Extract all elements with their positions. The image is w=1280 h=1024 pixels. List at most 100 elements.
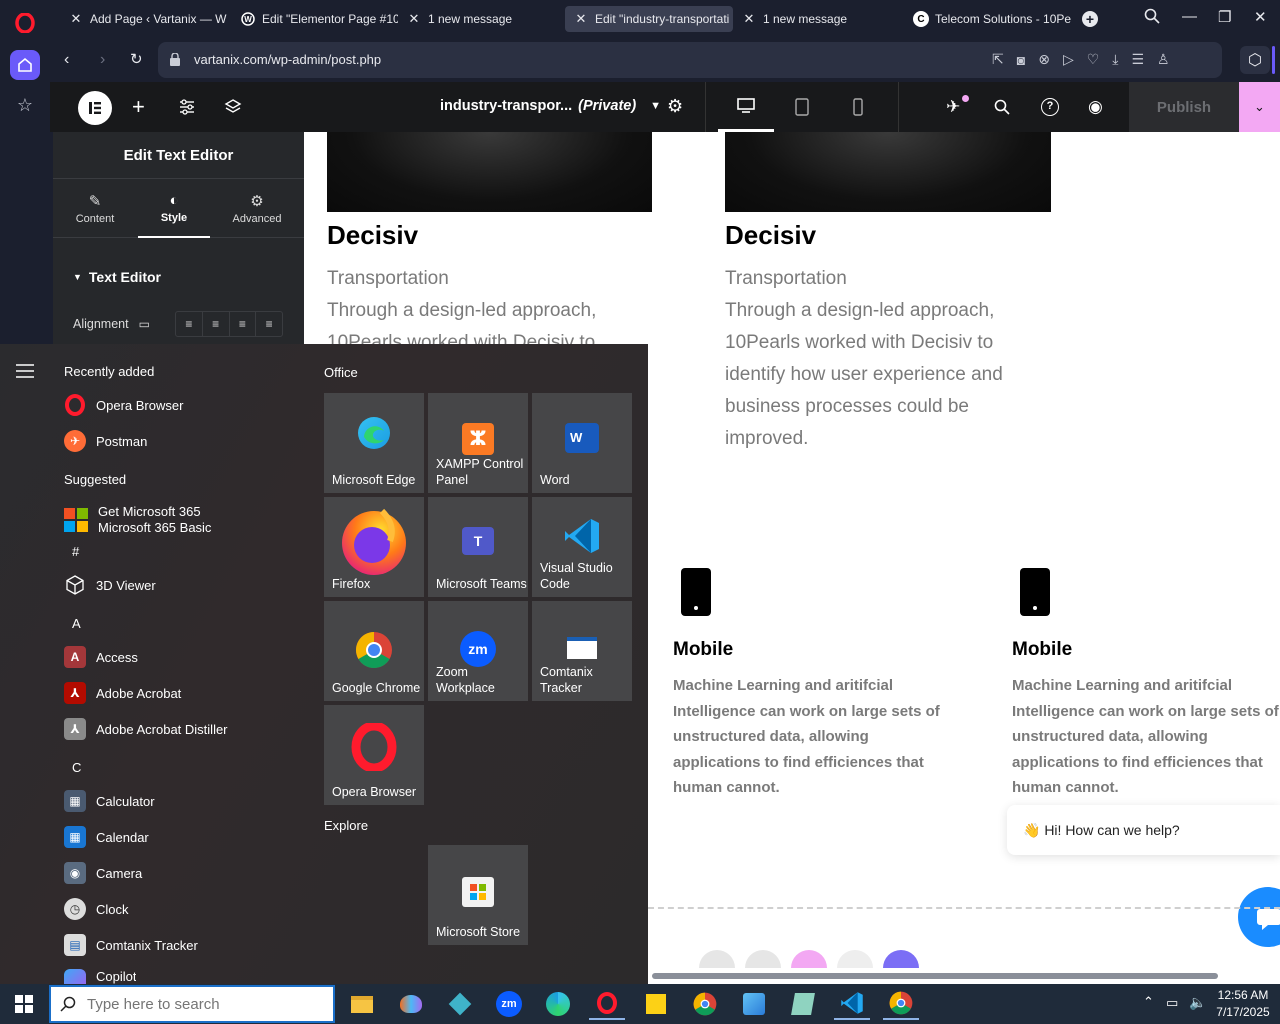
home-icon[interactable] <box>10 50 40 80</box>
tile-microsoft-edge[interactable]: Microsoft Edge <box>324 393 424 493</box>
tab-edit-elementor-page[interactable]: W Edit "Elementor Page #10 <box>232 6 398 32</box>
app-postman[interactable]: ✈ Postman <box>64 429 147 453</box>
add-element-icon[interactable]: + <box>132 94 145 120</box>
taskbar-search-box[interactable]: 😝😐😍 <box>49 985 335 1023</box>
ad-block-icon[interactable]: ⊗ <box>1038 51 1050 68</box>
restore-icon[interactable]: ❐ <box>1218 8 1231 26</box>
horizontal-scrollbar-thumb[interactable] <box>652 973 1218 979</box>
elementor-logo-icon[interactable] <box>78 91 112 125</box>
app-get-microsoft-365[interactable]: Get Microsoft 365 Microsoft 365 Basic <box>64 500 211 540</box>
tile-google-chrome[interactable]: Google Chrome <box>324 601 424 701</box>
app-opera-browser[interactable]: Opera Browser <box>64 393 183 417</box>
notepad-app-icon[interactable] <box>785 988 821 1020</box>
site-settings-icon[interactable] <box>178 98 196 116</box>
extensions-icon[interactable]: ⬡ <box>1240 46 1270 74</box>
chat-launcher-icon[interactable] <box>1238 887 1280 947</box>
finder-search-icon[interactable] <box>994 99 1010 115</box>
file-explorer-icon[interactable] <box>344 988 380 1020</box>
app-adobe-acrobat-distiller[interactable]: ⅄ Adobe Acrobat Distiller <box>64 717 228 741</box>
opera-taskbar-icon[interactable] <box>589 988 625 1020</box>
align-justify-icon[interactable]: ≡ <box>256 312 282 336</box>
tab-edit-industry-transportation[interactable]: ✕ Edit "industry-transportati <box>565 6 733 32</box>
publish-options-chevron-icon[interactable]: ⌄ <box>1239 82 1280 132</box>
align-left-icon[interactable]: ≡ <box>176 312 203 336</box>
send-icon[interactable]: ▷ <box>1063 51 1074 68</box>
app-comtanix-tracker[interactable]: ▤ Comtanix Tracker <box>64 933 198 957</box>
app-clock[interactable]: ◷ Clock <box>64 897 129 921</box>
url-field[interactable]: vartanix.com/wp-admin/post.php ⇱ ◙ ⊗ ▷ ♡… <box>158 42 1222 78</box>
page-title-dropdown[interactable]: industry-transpor... (Private) ▼ <box>440 98 661 114</box>
app-3d-viewer[interactable]: 3D Viewer <box>64 573 156 597</box>
letter-heading[interactable]: A <box>72 616 81 631</box>
diamond-app-icon[interactable] <box>442 988 478 1020</box>
publish-button[interactable]: Publish <box>1129 82 1239 132</box>
tab-content[interactable]: ✎ Content <box>65 192 125 225</box>
paint-app-icon[interactable] <box>393 988 429 1020</box>
tab-style[interactable]: ◐ Style <box>138 192 210 238</box>
align-center-icon[interactable]: ≡ <box>203 312 230 336</box>
show-hidden-icons-icon[interactable]: ⌃ <box>1143 994 1154 1010</box>
opera-logo-icon[interactable] <box>10 8 40 38</box>
notifications-rocket-icon[interactable]: ✈ <box>946 97 960 117</box>
star-icon[interactable]: ☆ <box>10 90 40 120</box>
share-icon[interactable]: ⇱ <box>992 51 1004 68</box>
app-camera[interactable]: ◉ Camera <box>64 861 142 885</box>
camera-icon[interactable]: ◙ <box>1017 52 1025 68</box>
chrome-taskbar-icon-2[interactable] <box>883 988 919 1020</box>
tab-new-message[interactable]: ✕ 1 new message <box>398 6 564 32</box>
search-tabs-icon[interactable] <box>1144 8 1160 24</box>
structure-layers-icon[interactable] <box>224 98 242 116</box>
tile-xampp[interactable]: ⵣ XAMPP Control Panel <box>428 393 528 493</box>
mobile-view-icon[interactable] <box>853 98 863 116</box>
letter-heading[interactable]: C <box>72 760 81 775</box>
easy-setup-icon[interactable]: ☰ <box>1131 51 1144 68</box>
tab-add-page[interactable]: ✕ Add Page ‹ Vartanix — W <box>60 6 232 32</box>
responsive-desktop-icon[interactable]: ▭ <box>139 317 150 331</box>
tile-microsoft-store[interactable]: Microsoft Store <box>428 845 528 945</box>
photos-app-icon[interactable] <box>736 988 772 1020</box>
help-icon[interactable]: ? <box>1041 98 1059 116</box>
search-input[interactable] <box>87 994 251 1014</box>
tab-advanced[interactable]: ⚙ Advanced <box>223 192 291 225</box>
letter-heading[interactable]: # <box>72 544 79 559</box>
reload-icon[interactable]: ↻ <box>130 50 143 68</box>
new-tab-icon[interactable]: + <box>1082 11 1098 27</box>
network-icon[interactable]: ▭ <box>1166 995 1178 1011</box>
tab-telecom-solutions[interactable]: C Telecom Solutions - 10Pe <box>905 6 1077 32</box>
tile-zoom-workplace[interactable]: zm Zoom Workplace <box>428 601 528 701</box>
zoom-taskbar-icon[interactable]: zm <box>491 988 527 1020</box>
edge-taskbar-icon[interactable] <box>540 988 576 1020</box>
hamburger-menu-icon[interactable] <box>16 364 34 378</box>
volume-icon[interactable]: 🔈 <box>1189 994 1206 1011</box>
system-clock[interactable]: 12:56 AM 7/17/2025 <box>1214 987 1272 1021</box>
back-icon[interactable]: ‹ <box>64 51 69 69</box>
windows-start-icon[interactable] <box>6 988 42 1020</box>
tablet-view-icon[interactable] <box>795 98 809 116</box>
download-icon[interactable]: ⤓ <box>1112 51 1118 68</box>
tile-comtanix-tracker[interactable]: Comtanix Tracker <box>532 601 632 701</box>
tile-word[interactable]: W Word <box>532 393 632 493</box>
vscode-taskbar-icon[interactable] <box>834 988 870 1020</box>
desktop-view-icon[interactable] <box>718 82 774 132</box>
section-text-editor[interactable]: ▼ Text Editor <box>73 269 161 285</box>
tab-new-message-2[interactable]: ✕ 1 new message <box>733 6 905 32</box>
close-icon[interactable]: ✕ <box>1254 8 1267 26</box>
tile-visual-studio-code[interactable]: Visual Studio Code <box>532 497 632 597</box>
forward-icon[interactable]: › <box>100 51 105 69</box>
chrome-taskbar-icon[interactable] <box>687 988 723 1020</box>
page-settings-gear-icon[interactable]: ⚙ <box>667 96 683 117</box>
app-calendar[interactable]: ▦ Calendar <box>64 825 149 849</box>
tile-firefox[interactable]: Firefox <box>324 497 424 597</box>
tile-opera-browser[interactable]: Opera Browser <box>324 705 424 805</box>
profile-icon[interactable]: ♙ <box>1157 51 1170 68</box>
preview-eye-icon[interactable]: ◉ <box>1088 97 1103 117</box>
app-access[interactable]: A Access <box>64 645 138 669</box>
heart-icon[interactable]: ♡ <box>1087 51 1100 68</box>
tile-microsoft-teams[interactable]: T Microsoft Teams <box>428 497 528 597</box>
app-copilot[interactable]: Copilot <box>64 969 136 984</box>
chat-greeting-bubble[interactable]: 👋 Hi! How can we help? <box>1007 805 1280 855</box>
align-right-icon[interactable]: ≡ <box>230 312 257 336</box>
minimize-icon[interactable]: — <box>1182 8 1197 25</box>
app-adobe-acrobat[interactable]: ⅄ Adobe Acrobat <box>64 681 181 705</box>
app-calculator[interactable]: ▦ Calculator <box>64 789 155 813</box>
